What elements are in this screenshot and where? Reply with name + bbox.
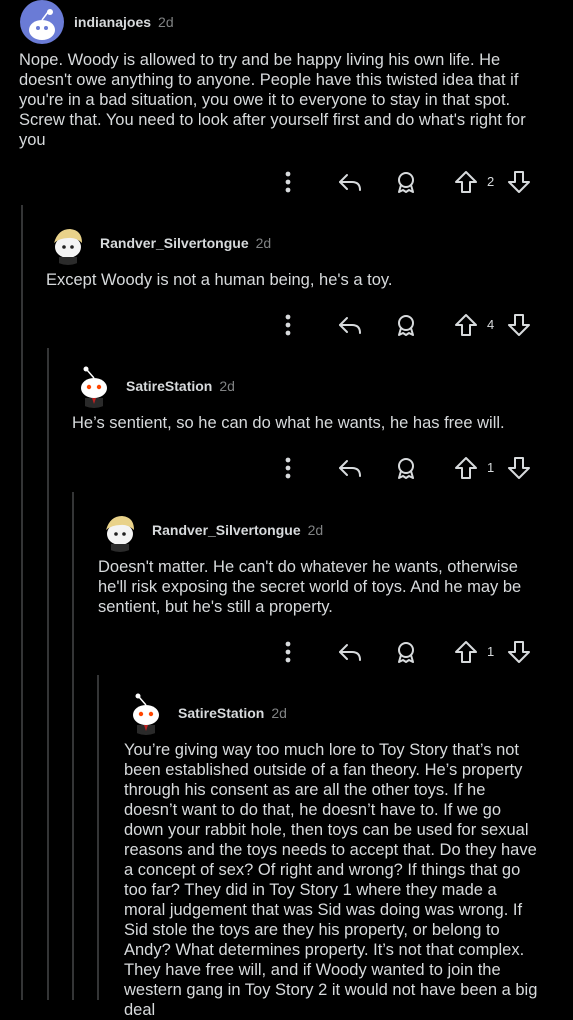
user-avatar[interactable]: [46, 221, 90, 265]
more-options-button[interactable]: [275, 637, 301, 667]
comment-header: SatireStation 2d: [72, 364, 472, 408]
snoo-suit-avatar-icon: [133, 693, 159, 735]
reply-icon: [339, 174, 361, 191]
award-icon: [398, 642, 414, 663]
reply-button[interactable]: [335, 310, 365, 340]
comment-body: He’s sentient, so he can do what he want…: [72, 414, 505, 432]
comment-age: 2d: [219, 378, 235, 394]
more-options-icon: [285, 314, 291, 336]
blonde-snoo-avatar-icon: [106, 516, 134, 552]
reply-icon: [339, 460, 361, 477]
downvote-icon: [508, 314, 530, 336]
user-avatar[interactable]: [98, 508, 142, 552]
user-avatar[interactable]: [124, 691, 168, 735]
downvote-button[interactable]: [505, 310, 533, 340]
comment-body: You’re giving way too much lore to Toy S…: [124, 741, 542, 1019]
comment-header: indianajoes 2d: [20, 0, 420, 44]
comment-username[interactable]: SatireStation: [178, 705, 264, 721]
reply-button[interactable]: [335, 453, 365, 483]
vote-score: 2: [487, 174, 495, 189]
award-icon: [398, 458, 414, 479]
award-button[interactable]: [391, 167, 421, 197]
snoo-suit-avatar-icon: [81, 366, 107, 408]
downvote-button[interactable]: [505, 453, 533, 483]
more-options-button[interactable]: [275, 167, 301, 197]
comment-username[interactable]: Randver_Silvertongue: [100, 235, 249, 251]
downvote-icon: [508, 171, 530, 193]
upvote-button[interactable]: [452, 310, 480, 340]
comment-body: Except Woody is not a human being, he's …: [46, 271, 393, 289]
more-options-icon: [285, 171, 291, 193]
downvote-button[interactable]: [505, 167, 533, 197]
upvote-icon: [455, 314, 477, 336]
upvote-icon: [455, 171, 477, 193]
comment-username[interactable]: SatireStation: [126, 378, 212, 394]
vote-score: 4: [487, 317, 495, 332]
vote-score: 1: [487, 460, 495, 475]
comment-age: 2d: [158, 14, 174, 30]
reply-icon: [339, 317, 361, 334]
comment-username[interactable]: indianajoes: [74, 14, 151, 30]
upvote-button[interactable]: [452, 453, 480, 483]
award-button[interactable]: [391, 310, 421, 340]
blonde-snoo-avatar-icon: [54, 229, 82, 265]
more-options-button[interactable]: [275, 453, 301, 483]
more-options-button[interactable]: [275, 310, 301, 340]
thread-line-level-4[interactable]: [97, 675, 99, 1000]
comment-header: Randver_Silvertongue 2d: [46, 221, 446, 265]
upvote-button[interactable]: [452, 637, 480, 667]
reply-icon: [339, 644, 361, 661]
downvote-icon: [508, 457, 530, 479]
thread-line-level-2[interactable]: [47, 348, 49, 1000]
user-avatar[interactable]: [72, 364, 116, 408]
comment-actions: 1: [0, 637, 573, 667]
reply-button[interactable]: [335, 637, 365, 667]
comment-body: Doesn't matter. He can't do whatever he …: [98, 558, 526, 616]
comment-header: Randver_Silvertongue 2d: [98, 508, 498, 552]
comment-age: 2d: [255, 235, 272, 251]
comment-actions: 4: [0, 310, 573, 340]
comment-actions: 2: [0, 167, 573, 197]
downvote-button[interactable]: [505, 637, 533, 667]
comment-header: SatireStation 2d: [124, 691, 524, 735]
award-icon: [398, 172, 414, 193]
comment-actions: 1: [0, 453, 573, 483]
reply-button[interactable]: [335, 167, 365, 197]
downvote-icon: [508, 641, 530, 663]
user-avatar[interactable]: [20, 0, 64, 44]
comment-age: 2d: [271, 705, 287, 721]
upvote-icon: [455, 457, 477, 479]
thread-line-level-3[interactable]: [72, 492, 74, 1000]
upvote-button[interactable]: [452, 167, 480, 197]
comment-username[interactable]: Randver_Silvertongue: [152, 522, 301, 538]
comment-age: 2d: [307, 522, 324, 538]
snoo-avatar-icon: [29, 9, 55, 40]
award-button[interactable]: [391, 637, 421, 667]
award-button[interactable]: [391, 453, 421, 483]
more-options-icon: [285, 641, 291, 663]
vote-score: 1: [487, 644, 495, 659]
more-options-icon: [285, 457, 291, 479]
comment-body: Nope. Woody is allowed to try and be hap…: [19, 51, 531, 149]
award-icon: [398, 315, 414, 336]
upvote-icon: [455, 641, 477, 663]
